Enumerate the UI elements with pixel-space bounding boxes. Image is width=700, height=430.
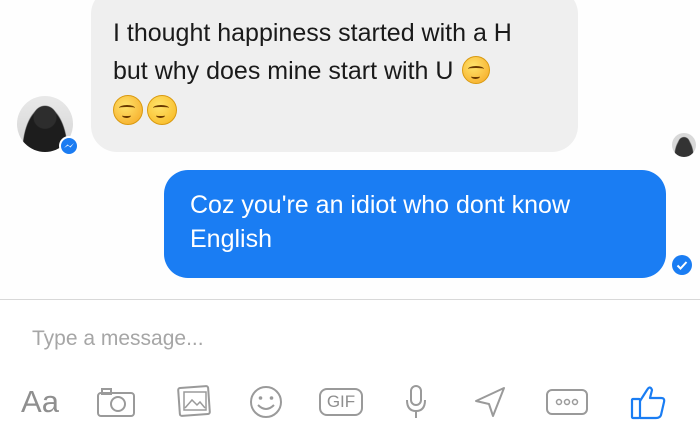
messenger-badge-icon <box>59 136 79 156</box>
gif-icon: GIF <box>318 388 364 416</box>
like-button[interactable] <box>626 380 670 424</box>
text-format-button[interactable]: Aa <box>14 380 66 424</box>
read-receipt-avatar <box>672 133 696 157</box>
incoming-message-line-2: but why does mine start with U <box>113 52 578 90</box>
incoming-message-line-1: I thought happiness started with a H <box>113 19 512 47</box>
microphone-button[interactable] <box>398 380 434 424</box>
camera-icon <box>97 388 135 417</box>
outgoing-message-line-1: Coz you're an idiot who dont know <box>190 191 570 219</box>
delivered-check-icon <box>672 255 692 275</box>
composer-toolbar: Aa GIF <box>0 380 700 428</box>
emoji-row <box>113 93 578 131</box>
emoji-button[interactable] <box>244 380 288 424</box>
gallery-button[interactable] <box>172 380 216 424</box>
more-options-button[interactable] <box>544 380 590 424</box>
more-icon <box>546 389 588 415</box>
smiling-blush-emoji-icon <box>113 95 143 125</box>
incoming-message-bubble[interactable]: I thought happiness started with a H but… <box>91 0 578 152</box>
location-icon <box>475 387 505 417</box>
outgoing-message-line-2: English <box>190 225 272 253</box>
like-icon <box>630 386 666 420</box>
gif-button[interactable]: GIF <box>316 380 366 424</box>
location-button[interactable] <box>468 380 512 424</box>
message-thread: I thought happiness started with a H but… <box>0 0 700 300</box>
incoming-message-line-2-text: but why does mine start with U <box>113 57 454 85</box>
outgoing-message-bubble[interactable]: Coz you're an idiot who dont know Englis… <box>164 170 666 278</box>
gallery-icon <box>177 385 211 417</box>
text-format-label: Aa <box>21 384 59 419</box>
smiling-blush-emoji-icon <box>462 56 491 84</box>
message-input[interactable] <box>32 324 632 354</box>
message-composer: Aa GIF <box>0 300 700 430</box>
microphone-icon <box>406 385 426 418</box>
kissing-emoji-icon <box>147 95 177 125</box>
camera-button[interactable] <box>94 380 138 424</box>
emoji-icon <box>250 386 282 418</box>
